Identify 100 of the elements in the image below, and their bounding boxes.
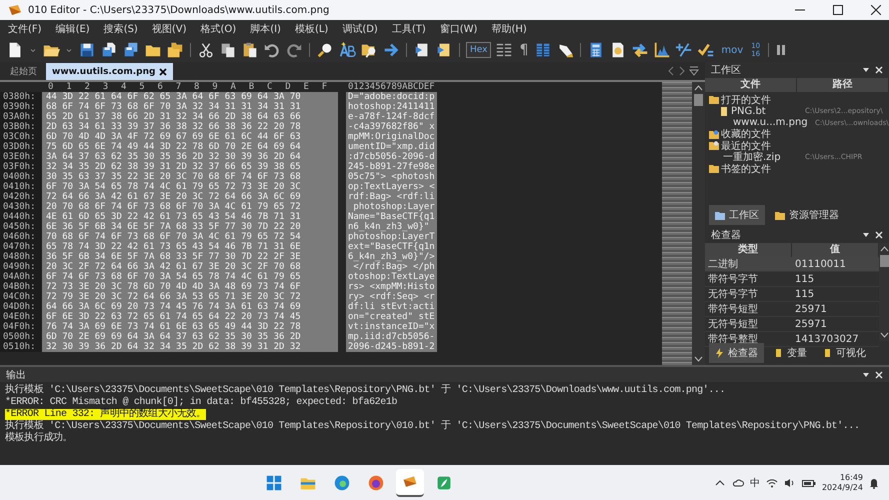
ascii-text[interactable]: mp.iid:d7cb5056- <box>346 332 437 342</box>
hex-bytes[interactable]: 72 64 66 3A 42 61 67 3E 20 3C 72 64 66 3A 6C 69 <box>42 192 338 202</box>
scroll-down-icon[interactable] <box>694 355 703 363</box>
search-icon[interactable] <box>316 41 334 59</box>
wifi-icon[interactable] <box>766 478 778 488</box>
dropdown-icon[interactable] <box>862 231 870 239</box>
menu-item[interactable]: 工具(T) <box>392 22 426 36</box>
input-method-indicator[interactable]: 中 <box>750 476 760 490</box>
ascii-text[interactable]: -c4a397682f86" x <box>346 122 437 132</box>
inspector-row[interactable]: 带符号短型 25971 <box>705 302 879 317</box>
tree-item[interactable]: 书签的文件 <box>721 162 771 176</box>
tree-item[interactable]: 打开的文件 <box>721 92 771 107</box>
hex-bytes[interactable]: 64 66 3A 6C 69 20 73 74 45 76 74 3A 61 63 74 69 <box>42 302 338 312</box>
chevron-up-icon[interactable] <box>714 478 726 488</box>
scroll-down-icon[interactable] <box>880 331 888 339</box>
ascii-text[interactable]: 6_k4n_zh3_w0}"/> <box>346 252 437 262</box>
ascii-text[interactable]: 245-b891-27fe98e <box>346 162 437 172</box>
ascii-text[interactable]: Name="BaseCTF{q1 <box>346 212 437 222</box>
vertical-scrollbar[interactable] <box>879 243 889 341</box>
hex-bytes[interactable]: 65 78 74 3D 22 42 61 73 65 43 54 46 7B 71 31 6E <box>42 242 338 252</box>
ascii-text[interactable]: photoshop:LayerT <box>346 232 437 242</box>
column-header[interactable]: 文件 <box>705 78 797 92</box>
tree-item[interactable]: 最近的文件 <box>721 138 771 153</box>
menu-item[interactable]: 调试(D) <box>342 22 378 36</box>
dropdown-icon[interactable] <box>862 66 870 74</box>
scroll-up-icon[interactable] <box>880 245 888 253</box>
cloud-icon[interactable] <box>732 478 744 488</box>
ascii-text[interactable]: rs> <xmpMM:Histo <box>346 282 437 292</box>
scroll-up-icon[interactable] <box>694 84 703 92</box>
menu-item[interactable]: 搜索(S) <box>104 22 138 36</box>
copy-icon[interactable] <box>219 41 237 59</box>
ascii-text[interactable]: 2096-d245-b891-2 <box>346 342 437 352</box>
histogram-icon[interactable] <box>653 41 672 59</box>
hex-bytes[interactable]: 6F 74 6F 73 68 6F 70 3A 54 65 78 74 4C 61 79 65 <box>42 272 338 282</box>
hex-bytes[interactable]: 6F 70 3A 54 65 78 74 4C 61 79 65 72 73 3E 20 3C <box>42 182 338 192</box>
scrollbar-thumb[interactable] <box>694 94 703 106</box>
taskbar-app[interactable] <box>396 468 424 496</box>
hex-bytes[interactable]: 20 70 68 6F 74 6F 73 68 6F 70 3A 4C 61 79 65 72 <box>42 202 338 212</box>
ascii-text[interactable]: op:TextLayers> < <box>346 182 437 192</box>
scissors-icon[interactable] <box>197 41 215 59</box>
hex-bytes[interactable]: 20 3C 2F 72 64 66 3A 42 61 67 3E 20 3C 2F 70 68 <box>42 262 338 272</box>
chevron-right-icon[interactable] <box>678 66 686 76</box>
hex-bytes[interactable]: 6D 70 2E 69 69 64 3A 64 37 63 62 35 30 35 36 2D <box>42 332 338 342</box>
menu-item[interactable]: 格式(O) <box>200 22 236 36</box>
mov-button[interactable]: mov <box>719 44 746 56</box>
list-icon[interactable] <box>534 41 552 59</box>
checkmark-icon[interactable] <box>697 41 716 59</box>
hex-bytes[interactable]: 72 79 3E 20 3C 72 64 66 3A 53 65 71 3E 20 3C 72 <box>42 292 338 302</box>
ascii-text[interactable]: D="adobe:docid:p <box>346 92 437 102</box>
close-icon[interactable] <box>871 5 881 15</box>
tree-item[interactable]: 一重加密.zip <box>723 150 781 164</box>
save-all-icon[interactable] <box>122 41 140 59</box>
ascii-text[interactable]: :d7cb5056-2096-d <box>346 152 437 162</box>
hex-bytes[interactable]: 6E 36 5F 6B 34 6E 5F 7A 68 33 5F 77 30 7D 22 20 <box>42 222 338 232</box>
inspector-row[interactable]: 二进制 01110011 <box>705 257 879 272</box>
menu-item[interactable]: 脚本(I) <box>250 22 281 36</box>
panel-tab[interactable]: 工作区 <box>709 205 765 225</box>
hex-toggle-button[interactable]: Hex <box>466 42 492 58</box>
ascii-text[interactable]: </rdf:Bag> </ph <box>346 262 437 272</box>
ascii-text[interactable]: df:li stEvt:acti <box>346 302 437 312</box>
ascii-text[interactable]: otoshop:TextLaye <box>346 272 437 282</box>
menu-item[interactable]: 模板(L) <box>294 22 328 36</box>
pilcrow-button[interactable]: ¶ <box>517 42 530 58</box>
plus-minus-icon[interactable] <box>675 41 694 59</box>
pause-icon[interactable] <box>775 43 788 57</box>
columns-icon[interactable] <box>495 41 514 59</box>
hex-bytes[interactable]: 2D 63 34 61 33 39 37 36 38 32 66 38 36 22 20 78 <box>42 122 338 132</box>
hex-bytes[interactable]: 6F 6E 3D 22 63 72 65 61 74 65 64 22 20 73 74 45 <box>42 312 338 322</box>
hex-bytes[interactable]: 75 6D 65 6E 74 49 44 3D 22 78 6D 70 2E 64 69 64 <box>42 142 338 152</box>
hex-bytes[interactable]: 4E 61 6D 65 3D 22 42 61 73 65 43 54 46 7B 71 31 <box>42 212 338 222</box>
ascii-text[interactable]: 05c75"> <photosh <box>346 172 437 182</box>
menu-item[interactable]: 帮助(H) <box>491 22 527 36</box>
ascii-text[interactable]: rdf:Bag> <rdf:li <box>346 192 437 202</box>
ascii-text[interactable]: hotoshop:2411411 <box>346 102 437 112</box>
inspector-row[interactable]: 带符号字节 115 <box>705 272 879 287</box>
replace-icon[interactable] <box>338 41 356 59</box>
hex-bytes[interactable]: 70 68 6F 74 6F 73 68 6F 70 3A 4C 61 79 65 72 54 <box>42 232 338 242</box>
hex-bytes[interactable]: 30 35 63 37 35 22 3E 20 3C 70 68 6F 74 6F 73 68 <box>42 172 338 182</box>
ascii-text[interactable]: on="created" stE <box>346 312 437 322</box>
save-icon[interactable] <box>78 41 96 59</box>
inspector-row[interactable]: 无符号字节 115 <box>705 287 879 302</box>
ascii-text[interactable]: mpMM:OriginalDoc <box>346 132 437 142</box>
hex-bytes[interactable]: 65 2D 61 37 38 66 2D 31 32 34 66 2D 38 64 63 66 <box>42 112 338 122</box>
tree-item[interactable]: PNG.bt <box>731 106 766 117</box>
hex-bytes[interactable]: 44 3D 22 61 64 6F 62 65 3A 64 6F 63 69 64 3A 70 <box>42 92 338 102</box>
hex-bytes[interactable]: 76 74 3A 69 6E 73 74 61 6E 63 65 49 44 3D 22 78 <box>42 322 338 332</box>
menu-item[interactable]: 视图(V) <box>152 22 186 36</box>
panel-tab[interactable]: 资源管理器 <box>769 205 845 225</box>
swap-icon[interactable] <box>631 41 650 59</box>
hex-bytes[interactable]: 72 73 3E 20 3C 78 6D 70 4D 4D 3A 48 69 73 74 6F <box>42 282 338 292</box>
tree-item[interactable]: www.u...m.png <box>733 117 808 128</box>
ascii-text[interactable]: ext="BaseCTF{q1n <box>346 242 437 252</box>
menu-item[interactable]: 窗口(W) <box>440 22 478 36</box>
ascii-text[interactable]: photoshop:Layer <box>346 202 437 212</box>
paste-icon[interactable] <box>241 41 259 59</box>
speaker-icon[interactable] <box>784 478 796 488</box>
ascii-text[interactable]: ry> <rdf:Seq> <r <box>346 292 437 302</box>
clock-time[interactable]: 16:49 <box>840 472 863 482</box>
maximize-icon[interactable] <box>833 5 843 15</box>
file-tab[interactable]: 起始页 <box>4 63 43 80</box>
